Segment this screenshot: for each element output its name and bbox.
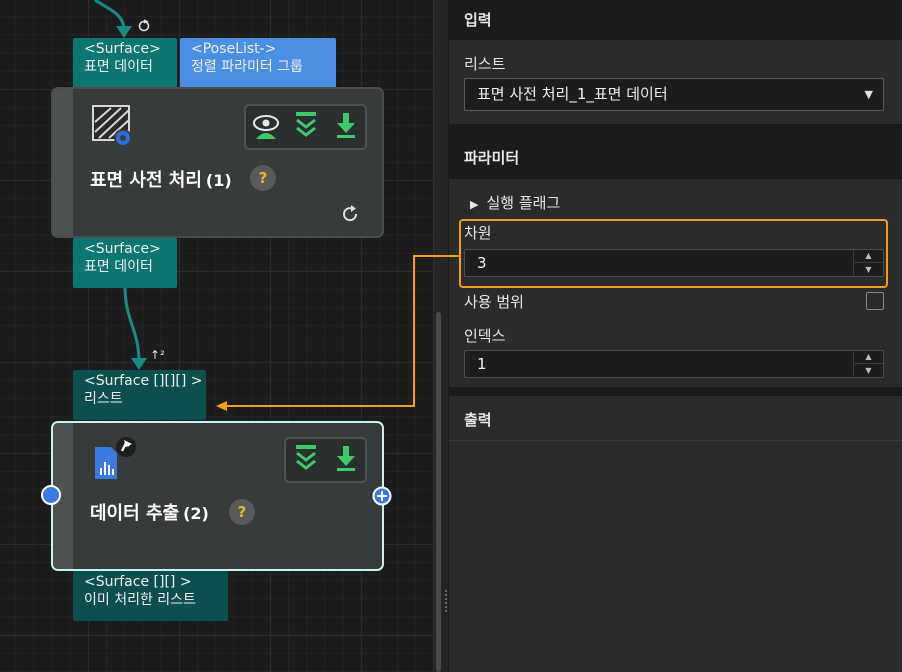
data-extraction-icon (95, 437, 136, 479)
node2-title: 데이터 추출 (2) (90, 499, 209, 525)
canvas-scrollbar[interactable] (436, 312, 441, 672)
node1-refresh-icon[interactable] (340, 204, 360, 224)
port-label: 이미 처리한 리스트 (84, 592, 196, 608)
visualize-output-icon[interactable] (252, 111, 280, 141)
graph-canvas[interactable]: <Surface> 표면 데이터 <PoseList-> 정렬 파라미터 그룹 (0, 0, 433, 672)
continue-execution-icon[interactable] (292, 444, 320, 474)
index-spinbox[interactable]: 1 ▲ ▼ (464, 350, 884, 378)
edge-arrow-node2 (131, 358, 147, 370)
node-index: (1) (205, 171, 232, 190)
spin-down-icon[interactable]: ▼ (854, 364, 883, 377)
port-type: <PoseList-> (191, 41, 277, 57)
run-flags-group[interactable]: ▶ 실행 플래그 (470, 192, 560, 213)
section-input-title: 입력 (464, 11, 492, 29)
section-output-body: 출력 (449, 396, 902, 672)
node2-input-port-list[interactable]: <Surface [][][] > 리스트 (73, 370, 206, 420)
node1-input-port-surface[interactable]: <Surface> 표면 데이터 (73, 38, 177, 88)
index-label: 인덱스 (464, 327, 506, 345)
node-title-text: 표면 사전 처리 (90, 170, 202, 191)
node1-title: 표면 사전 처리 (1) (90, 166, 232, 192)
port-type: <Surface [][] > (84, 574, 192, 590)
section-output-title: 출력 (464, 411, 492, 429)
node1-output-port-surface[interactable]: <Surface> 표면 데이터 (73, 238, 177, 288)
section-divider (449, 440, 902, 441)
node2-toolbox (284, 437, 367, 483)
node2-left-handle[interactable] (41, 485, 61, 505)
port-type: <Surface [][][] > (84, 373, 203, 389)
node1-input-port-poselist[interactable]: <PoseList-> 정렬 파라미터 그룹 (180, 38, 336, 88)
section-params-title: 파라미터 (464, 149, 520, 167)
section-input-body: 리스트 표면 사전 처리_1_표면 데이터 ▼ (449, 40, 902, 124)
edge-arrow-top (116, 26, 132, 38)
list-source-select[interactable]: 표면 사전 처리_1_표면 데이터 ▼ (464, 78, 884, 111)
use-range-checkbox[interactable] (866, 292, 884, 310)
node2-help-button[interactable]: ? (229, 499, 255, 525)
edge-incoming-top (94, 0, 126, 31)
node-strip (53, 89, 73, 236)
save-output-icon[interactable] (332, 111, 360, 141)
list-label: 리스트 (464, 55, 506, 73)
save-output-icon[interactable] (332, 444, 360, 474)
properties-panel: 입력 리스트 표면 사전 처리_1_표면 데이터 ▼ 파라미터 ▶ 실행 플래그 … (449, 0, 902, 672)
dimension-highlight-box (459, 219, 888, 288)
port-label: 표면 데이터 (84, 59, 153, 75)
node2-output-port-list[interactable]: <Surface [][] > 이미 처리한 리스트 (73, 571, 228, 621)
continue-execution-icon[interactable] (292, 111, 320, 141)
list-source-value: 표면 사전 처리_1_표면 데이터 (477, 85, 668, 103)
port-label: 리스트 (84, 391, 123, 407)
index-value: 1 (477, 355, 487, 373)
loop-icon (138, 19, 150, 32)
index-spin-buttons: ▲ ▼ (853, 351, 883, 377)
run-flags-label: 실행 플래그 (486, 194, 561, 212)
splitter-grip[interactable] (445, 590, 447, 612)
expand-triangle-icon: ▶ (470, 198, 479, 211)
node-surface-preprocessing[interactable]: 표면 사전 처리 (1) ? (51, 87, 384, 238)
node-index: (2) (183, 504, 209, 523)
port-label: 표면 데이터 (84, 259, 153, 275)
node1-toolbox (244, 104, 367, 150)
port-type: <Surface> (84, 241, 161, 257)
surface-preprocess-icon (92, 105, 132, 147)
edge-node1-to-node2 (123, 286, 141, 363)
port-type: <Surface> (84, 41, 161, 57)
port-label: 정렬 파라미터 그룹 (191, 59, 303, 75)
node-data-extraction[interactable]: 데이터 추출 (2) ? (51, 421, 384, 571)
node-title-text: 데이터 추출 (90, 503, 180, 524)
use-range-label: 사용 범위 (464, 293, 524, 311)
node2-add-port-icon[interactable] (372, 486, 392, 506)
node1-help-button[interactable]: ? (250, 165, 276, 191)
chevron-down-icon: ▼ (864, 88, 873, 101)
dimension-badge: ↑² (150, 348, 165, 362)
